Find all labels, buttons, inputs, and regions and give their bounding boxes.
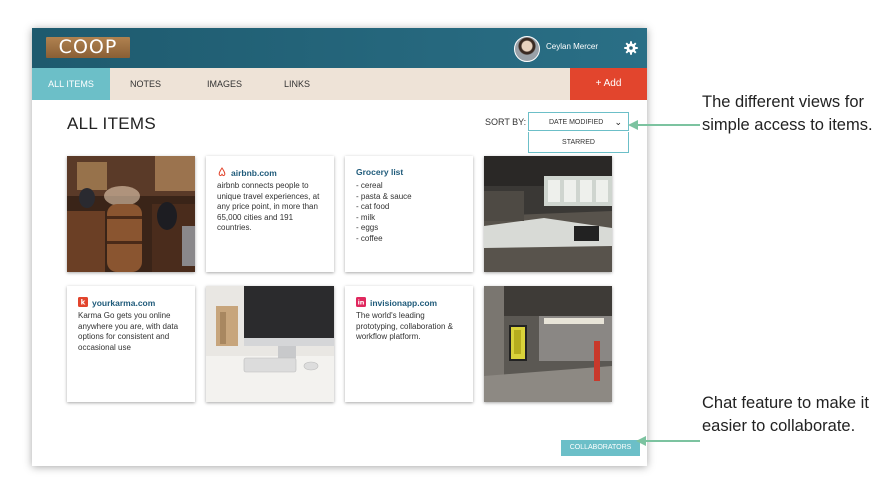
link-card-airbnb[interactable]: airbnb.com airbnb connects people to uni… <box>206 156 334 272</box>
sort-select[interactable]: DATE MODIFIED ⌄ <box>528 112 629 131</box>
list-item: - coffee <box>356 233 383 243</box>
add-button[interactable]: + Add <box>570 68 647 100</box>
list-item: - cat food <box>356 202 390 211</box>
office-photo <box>484 156 612 272</box>
card-title[interactable]: in invisionapp.com <box>356 297 437 308</box>
image-card-bar[interactable] <box>67 156 195 272</box>
grocery-list: - cereal - pasta & sauce - cat food - mi… <box>356 181 465 244</box>
chevron-down-icon: ⌄ <box>614 117 622 127</box>
annotation-views: The different views for simple access to… <box>702 93 873 134</box>
svg-text:in: in <box>358 299 365 307</box>
card-title-text: airbnb.com <box>231 168 277 178</box>
card-description: Karma Go gets you online anywhere you ar… <box>78 311 179 352</box>
sort-option-starred[interactable]: STARRED <box>528 132 629 153</box>
desk-photo <box>206 286 334 402</box>
card-title-text: invisionapp.com <box>370 298 438 308</box>
card-title[interactable]: k yourkarma.com <box>78 297 155 308</box>
invision-icon: in <box>356 297 366 307</box>
top-bar: COOP Ceylan Mercer <box>32 28 647 68</box>
tab-all-items[interactable]: ALL ITEMS <box>32 68 110 100</box>
tab-images[interactable]: IMAGES <box>207 68 242 100</box>
sort-selected-value: DATE MODIFIED <box>549 119 604 126</box>
sort-label: SORT BY: <box>485 117 527 127</box>
note-card-grocery[interactable]: Grocery list - cereal - pasta & sauce - … <box>345 156 473 272</box>
tab-links[interactable]: LINKS <box>284 68 310 100</box>
user-name[interactable]: Ceylan Mercer <box>546 42 598 51</box>
airbnb-icon <box>218 167 226 177</box>
arrow-to-sort <box>628 120 700 130</box>
gear-icon[interactable] <box>623 40 639 56</box>
card-title[interactable]: airbnb.com <box>217 167 277 178</box>
link-card-yourkarma[interactable]: k yourkarma.com Karma Go gets you online … <box>67 286 195 402</box>
collaborators-button[interactable]: COLLABORATORS <box>561 440 640 456</box>
image-card-office[interactable] <box>484 156 612 272</box>
list-item: - cereal <box>356 181 383 190</box>
page-title: ALL ITEMS <box>67 114 156 133</box>
karma-icon: k <box>78 297 88 307</box>
bar-photo <box>67 156 195 272</box>
list-item: - pasta & sauce <box>356 191 412 201</box>
workspace-photo <box>484 286 612 402</box>
card-description: airbnb connects people to unique travel … <box>217 181 320 232</box>
image-card-workspace[interactable] <box>484 286 612 402</box>
svg-text:k: k <box>81 299 86 307</box>
list-item: - eggs <box>356 223 379 232</box>
arrow-to-collaborators <box>636 436 700 446</box>
card-title: Grocery list <box>356 167 404 177</box>
image-card-desk[interactable] <box>206 286 334 402</box>
annotation-chat: Chat feature to make it easier to collab… <box>702 394 869 435</box>
user-avatar[interactable] <box>514 36 540 62</box>
link-card-invision[interactable]: in invisionapp.com The world's leading pr… <box>345 286 473 402</box>
app-window: COOP Ceylan Mercer ALL ITEMS NOTES IMAGE… <box>32 28 647 466</box>
list-item: - milk <box>356 212 376 222</box>
nav-bar: ALL ITEMS NOTES IMAGES LINKS + Add <box>32 68 647 100</box>
tab-notes[interactable]: NOTES <box>130 68 161 100</box>
card-title-text: yourkarma.com <box>92 298 156 308</box>
app-logo[interactable]: COOP <box>46 37 130 58</box>
card-description: The world's leading prototyping, collabo… <box>356 311 453 341</box>
